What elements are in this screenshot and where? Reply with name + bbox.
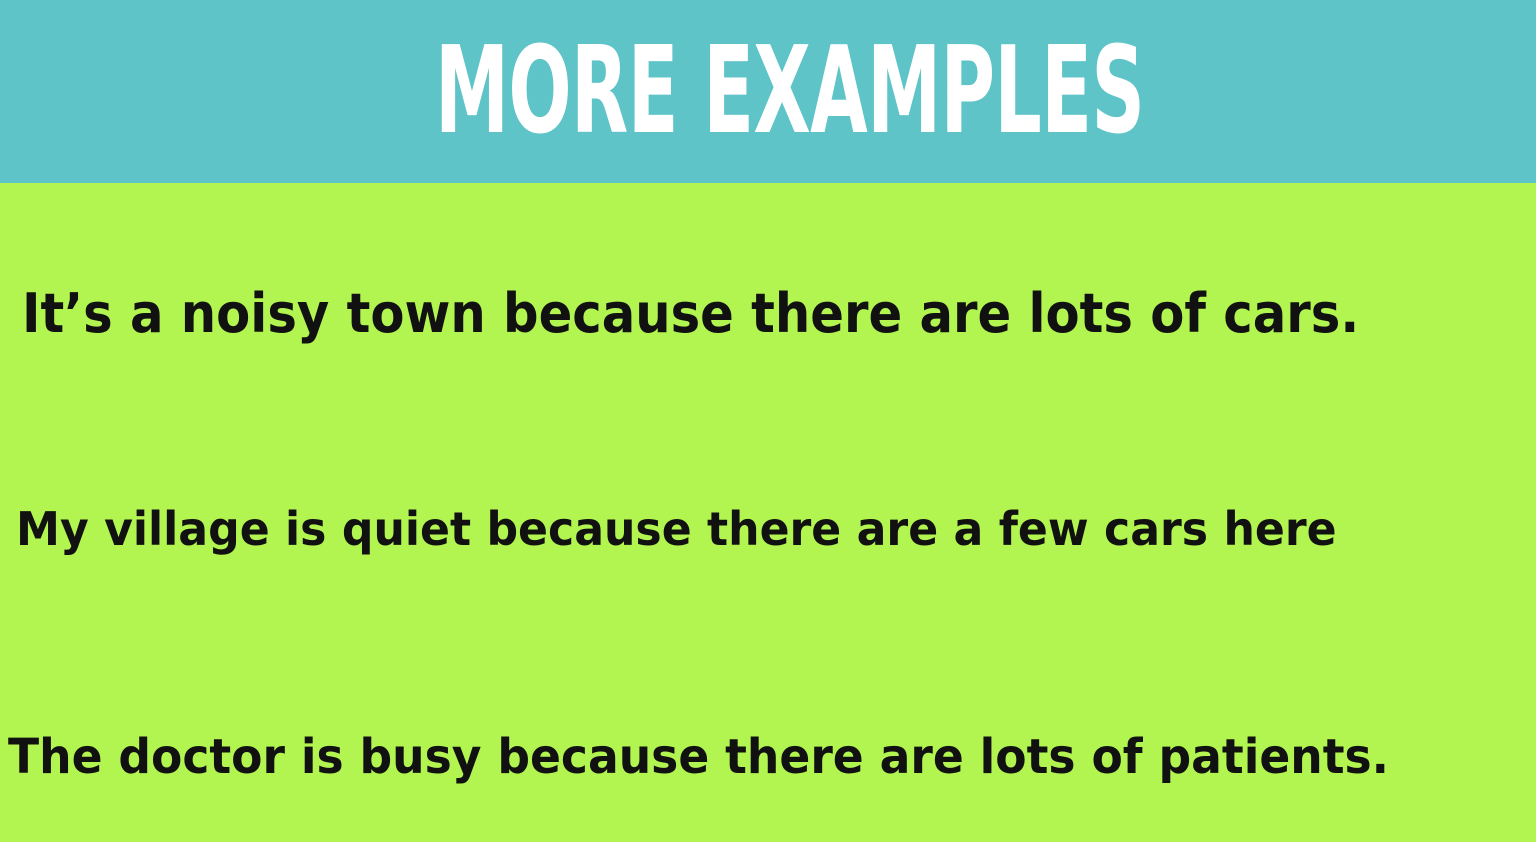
example-sentence-1: It’s a noisy town because there are lots… (22, 282, 1360, 345)
example-sentence-2: My village is quiet because there are a … (16, 502, 1337, 556)
example-sentence-3: The doctor is busy because there are lot… (8, 729, 1389, 785)
page-title: MORE EXAMPLES (435, 21, 1145, 161)
